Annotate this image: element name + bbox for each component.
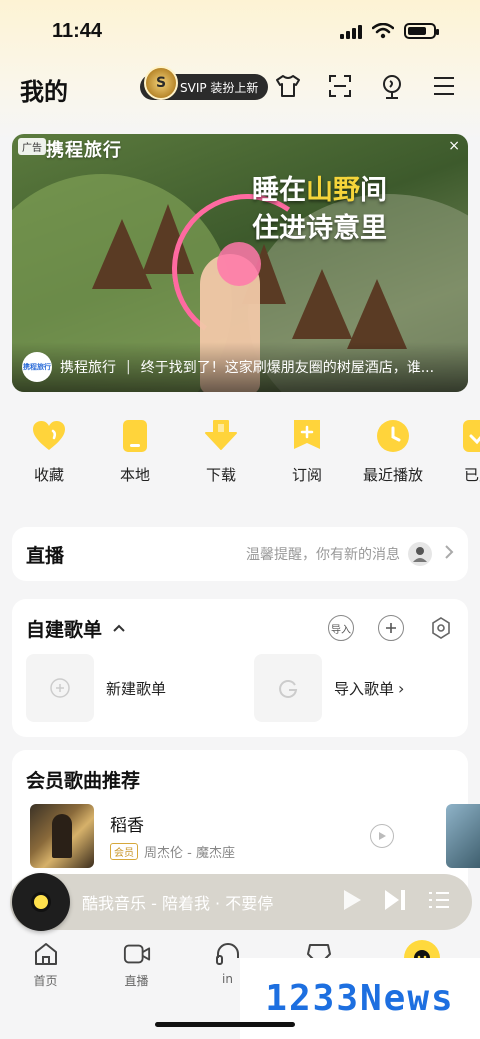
status-time: 11:44	[52, 19, 103, 42]
quick-purchased[interactable]: 已购	[436, 418, 480, 498]
new-playlist-tile[interactable]: 新建歌单	[26, 654, 166, 722]
check-icon	[461, 418, 480, 454]
quick-recent[interactable]: 最近播放	[350, 418, 436, 498]
ad-footer-brand: 携程旅行	[60, 360, 116, 376]
avatar	[408, 542, 432, 566]
player-controls	[342, 889, 472, 915]
status-icons	[340, 23, 439, 39]
playlist-header[interactable]: 自建歌单	[26, 615, 126, 642]
import-icon	[254, 654, 322, 722]
live-title: 直播	[26, 544, 65, 567]
import-playlist-label: 导入歌单	[334, 679, 395, 698]
ctrip-logo: 携程旅行	[22, 352, 52, 382]
headphones-icon	[214, 940, 242, 968]
download-icon	[203, 418, 239, 454]
svip-badge[interactable]: S SVIP 装扮上新	[140, 66, 269, 100]
tab-live[interactable]: 直播	[91, 940, 182, 1000]
signal-icon	[340, 23, 362, 39]
quick-actions: 收藏 本地 下载 订阅 最近播放 已购	[0, 418, 480, 498]
voice-icon[interactable]	[378, 72, 406, 100]
import-playlist-tile[interactable]: 导入歌单 ›	[254, 654, 404, 722]
song-cover	[30, 804, 94, 868]
video-icon	[123, 940, 151, 968]
header-icons	[274, 72, 458, 100]
quick-download[interactable]: 下载	[178, 418, 264, 498]
home-indicator	[155, 1022, 295, 1027]
scan-icon[interactable]	[326, 72, 354, 100]
ad-footer: 携程旅行 携程旅行 | 终于找到了！这家刷爆朋友圈的树屋酒店，谁...	[12, 342, 468, 392]
header: 我的 S SVIP 装扮上新	[0, 62, 480, 116]
add-playlist-button[interactable]	[378, 615, 404, 641]
song-meta: 周杰伦 - 魔杰座	[144, 846, 235, 861]
tshirt-icon[interactable]	[274, 72, 302, 100]
heart-icon	[31, 418, 67, 454]
svip-crest-icon: S	[144, 66, 178, 100]
play-icon[interactable]	[370, 824, 394, 848]
home-icon	[32, 940, 60, 968]
playlist-title: 自建歌单	[26, 619, 103, 641]
ad-footer-desc: 终于找到了！这家刷爆朋友圈的树屋酒店，谁...	[140, 360, 435, 376]
chevron-right-icon	[444, 544, 454, 565]
subscribe-icon	[289, 418, 325, 454]
live-hint: 温馨提醒，你有新的消息	[246, 547, 400, 563]
ad-tag: 广告	[18, 138, 46, 155]
battery-icon	[404, 23, 439, 39]
new-playlist-label: 新建歌单	[106, 679, 167, 698]
wifi-icon	[372, 23, 394, 39]
next-track-icon[interactable]	[384, 889, 406, 915]
quick-subscribe[interactable]: 订阅	[264, 418, 350, 498]
quick-local[interactable]: 本地	[92, 418, 178, 498]
tab-home[interactable]: 首页	[0, 940, 91, 1000]
clock-icon	[375, 418, 411, 454]
next-song-cover[interactable]	[446, 804, 480, 868]
gear-icon	[432, 617, 450, 639]
playlist-card: 自建歌单 导入 新建歌单 导入歌单 ›	[12, 599, 468, 737]
menu-icon[interactable]	[430, 72, 458, 100]
svip-label: SVIP 装扮上新	[180, 80, 259, 95]
ad-headline: 睡在山野间 住进诗意里	[252, 175, 387, 244]
playlist-actions: 导入	[328, 615, 454, 641]
ad-banner[interactable]: 广告 携程旅行 × 睡在山野间 住进诗意里 携程旅行 携程旅行 | 终于找到了！…	[12, 134, 468, 392]
vip-songs-title: 会员歌曲推荐	[26, 770, 141, 792]
import-button[interactable]: 导入	[328, 615, 354, 641]
play-icon[interactable]	[342, 889, 362, 915]
mini-player[interactable]: 酷我音乐 - 陪着我 · 不要停	[10, 873, 472, 931]
song-row[interactable]: 稻香 会员 周杰伦 - 魔杰座	[30, 804, 450, 868]
page-title: 我的	[20, 72, 68, 107]
song-title: 稻香	[110, 816, 144, 836]
phone-icon	[117, 418, 153, 454]
live-card[interactable]: 直播 温馨提醒，你有新的消息	[12, 527, 468, 581]
add-icon	[26, 654, 94, 722]
settings-button[interactable]	[428, 615, 454, 641]
vip-tag: 会员	[110, 843, 138, 860]
quick-favorites[interactable]: 收藏	[6, 418, 92, 498]
album-disc[interactable]	[12, 873, 70, 931]
status-bar: 11:44	[0, 0, 480, 62]
playlist-queue-icon[interactable]	[428, 890, 450, 914]
chevron-up-icon	[112, 621, 126, 637]
ad-brand: 携程旅行	[46, 140, 122, 161]
player-text: 酷我音乐 - 陪着我 · 不要停	[82, 894, 274, 913]
tap-indicator	[217, 242, 261, 286]
ad-close-icon[interactable]: ×	[448, 138, 460, 154]
